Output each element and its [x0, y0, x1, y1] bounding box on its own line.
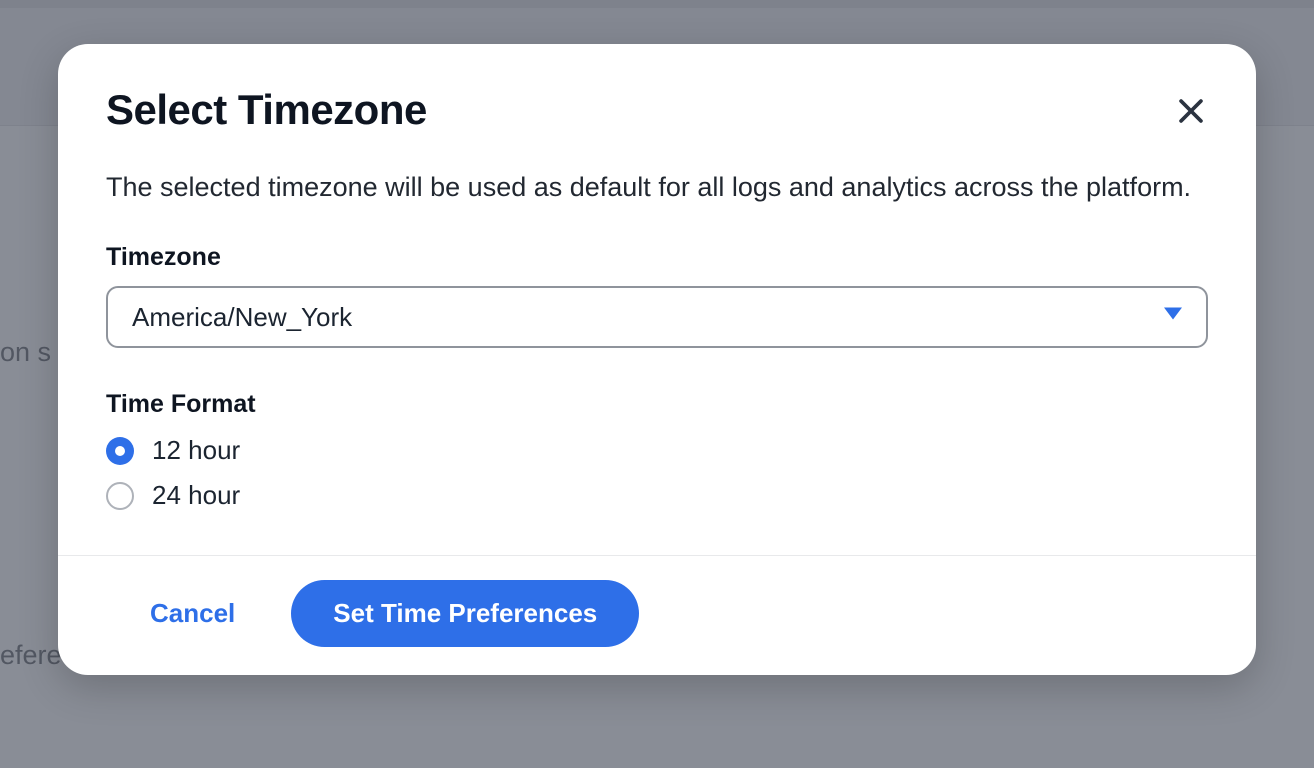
- dialog-header: Select Timezone: [58, 44, 1256, 134]
- dialog-title: Select Timezone: [106, 86, 427, 134]
- time-format-option-12h[interactable]: 12 hour: [106, 435, 240, 466]
- dialog-body: The selected timezone will be used as de…: [58, 134, 1256, 555]
- dialog-description: The selected timezone will be used as de…: [106, 168, 1208, 207]
- radio-label: 24 hour: [152, 480, 240, 511]
- time-format-radio-group: 12 hour 24 hour: [106, 435, 1208, 511]
- time-format-option-24h[interactable]: 24 hour: [106, 480, 240, 511]
- time-format-label: Time Format: [106, 390, 1208, 419]
- timezone-select[interactable]: America/New_York: [106, 286, 1208, 348]
- timezone-select-wrap: America/New_York: [106, 286, 1208, 348]
- radio-icon: [106, 437, 134, 465]
- cancel-button[interactable]: Cancel: [150, 586, 235, 641]
- close-button[interactable]: [1170, 90, 1212, 132]
- select-timezone-dialog: Select Timezone The selected timezone wi…: [58, 44, 1256, 675]
- close-icon: [1174, 94, 1208, 128]
- dialog-footer: Cancel Set Time Preferences: [58, 555, 1256, 675]
- radio-icon: [106, 482, 134, 510]
- radio-label: 12 hour: [152, 435, 240, 466]
- timezone-label: Timezone: [106, 243, 1208, 272]
- modal-overlay[interactable]: Select Timezone The selected timezone wi…: [0, 0, 1314, 768]
- set-time-preferences-button[interactable]: Set Time Preferences: [291, 580, 639, 647]
